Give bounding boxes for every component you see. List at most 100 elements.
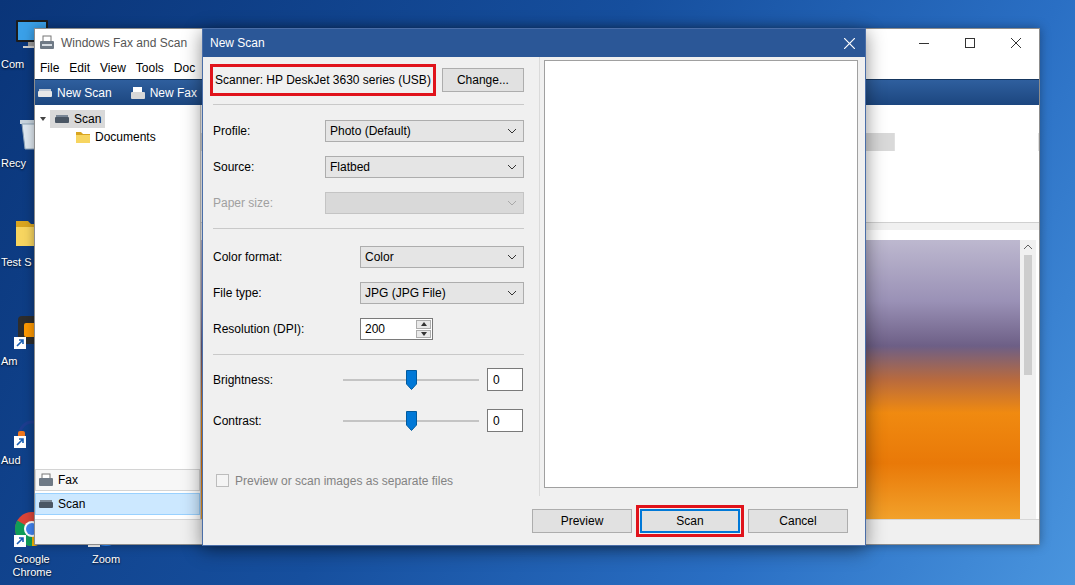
menu-item[interactable]: File bbox=[35, 58, 64, 78]
dropdown bbox=[325, 192, 524, 214]
dialog-button[interactable]: Cancel bbox=[748, 509, 848, 533]
slider-row: Contrast: 0 bbox=[213, 409, 524, 432]
scrollbar[interactable] bbox=[1020, 240, 1036, 519]
menu-item[interactable]: Tools bbox=[131, 58, 169, 78]
maximize-icon bbox=[965, 38, 975, 48]
adjustments: Brightness: 0 Contrast: 0 bbox=[213, 355, 524, 432]
chevron-down-icon bbox=[507, 290, 517, 296]
scanner-icon bbox=[37, 85, 53, 101]
close-button[interactable] bbox=[993, 29, 1039, 57]
slider-value[interactable]: 0 bbox=[487, 409, 523, 432]
slider-label: Contrast: bbox=[213, 414, 343, 428]
preview-box bbox=[544, 60, 858, 488]
chevron-down-icon bbox=[507, 164, 517, 170]
view-button[interactable]: Scan bbox=[35, 493, 200, 515]
dialog-button[interactable]: Preview bbox=[532, 509, 632, 533]
desktop-icon-label: Zoom bbox=[92, 553, 120, 566]
setting-label: Resolution (DPI): bbox=[213, 322, 360, 336]
settings-group: Color format:Color File type:JPG (JPG Fil… bbox=[213, 229, 524, 346]
dropdown[interactable]: Flatbed bbox=[325, 156, 524, 178]
setting-row: Source:Flatbed bbox=[213, 156, 524, 178]
slider[interactable] bbox=[343, 410, 479, 432]
menu-item[interactable]: View bbox=[95, 58, 131, 78]
dropdown[interactable]: Photo (Default) bbox=[325, 120, 524, 142]
view-switcher: FaxScan bbox=[35, 469, 200, 515]
arrow-down-icon bbox=[421, 332, 427, 336]
dialog-title: New Scan bbox=[210, 36, 265, 50]
menu-item[interactable]: Edit bbox=[64, 58, 95, 78]
button-highlight: Cancel bbox=[744, 505, 852, 537]
tree-item[interactable]: Documents bbox=[35, 128, 200, 146]
slider-thumb-icon[interactable] bbox=[406, 411, 417, 431]
slider-row: Brightness: 0 bbox=[213, 368, 524, 391]
desktop-icon-label: Google Chrome bbox=[0, 553, 64, 579]
arrow-up-icon bbox=[421, 322, 427, 326]
close-button[interactable] bbox=[833, 29, 865, 57]
spin-down-button[interactable] bbox=[416, 330, 431, 339]
setting-label: Source: bbox=[213, 160, 325, 174]
scroll-up-icon[interactable] bbox=[1024, 244, 1032, 250]
scan-settings: Scanner: HP DeskJet 3630 series (USB)Cha… bbox=[203, 57, 540, 496]
chevron-down-icon bbox=[507, 254, 517, 260]
folder-tree: ScanDocuments bbox=[35, 110, 200, 146]
minimize-button[interactable] bbox=[901, 29, 947, 57]
change-button[interactable]: Change... bbox=[442, 68, 524, 92]
chevron-down-icon bbox=[507, 128, 517, 134]
button-highlight: Preview bbox=[528, 505, 636, 537]
close-icon bbox=[844, 38, 855, 49]
slider-label: Brightness: bbox=[213, 373, 343, 387]
toolbar-button[interactable]: New Scan bbox=[35, 85, 114, 101]
toolbar-label: New Scan bbox=[57, 86, 112, 100]
tree-label: Scan bbox=[50, 110, 105, 128]
dialog-main: Scanner: HP DeskJet 3630 series (USB)Cha… bbox=[203, 57, 865, 496]
preview-area bbox=[540, 57, 865, 496]
scanner-icon bbox=[54, 111, 70, 127]
dialog-title-bar: New Scan bbox=[203, 29, 865, 57]
checkbox bbox=[216, 474, 229, 487]
settings-group: Profile:Photo (Default) Source:Flatbed Pap… bbox=[213, 105, 524, 220]
menu-item[interactable]: Doc bbox=[169, 58, 200, 78]
tree-label: Documents bbox=[71, 128, 160, 146]
window-title: Windows Fax and Scan bbox=[61, 36, 187, 50]
dialog-buttons: Preview Scan Cancel bbox=[203, 496, 865, 545]
fax-icon bbox=[130, 85, 146, 101]
setting-row: Color format:Color bbox=[213, 246, 524, 268]
checkbox-label: Preview or scan images as separate files bbox=[235, 474, 453, 488]
window-controls bbox=[901, 29, 1039, 57]
fax-icon bbox=[38, 472, 54, 488]
setting-row: Paper size: bbox=[213, 192, 524, 214]
slider-thumb-icon[interactable] bbox=[406, 370, 417, 390]
desktop: ComRecyTest SAmAudGoogle ChromeZoomWindo… bbox=[0, 0, 1075, 585]
setting-label: Paper size: bbox=[213, 196, 325, 210]
setting-row: File type:JPG (JPG File) bbox=[213, 282, 524, 304]
folder-icon bbox=[75, 129, 91, 145]
view-button[interactable]: Fax bbox=[35, 469, 200, 491]
fax-scan-icon bbox=[39, 35, 55, 51]
dropdown[interactable]: Color bbox=[360, 246, 524, 268]
expand-icon[interactable] bbox=[39, 115, 47, 123]
chevron-down-icon bbox=[507, 200, 517, 206]
desktop-icon-label: Test S bbox=[0, 256, 32, 269]
maximize-button[interactable] bbox=[947, 29, 993, 57]
toolbar-label: New Fax bbox=[150, 86, 197, 100]
slider-value[interactable]: 0 bbox=[487, 368, 523, 391]
minimize-icon bbox=[919, 38, 929, 48]
close-icon bbox=[1011, 38, 1021, 48]
scanner-icon bbox=[38, 496, 54, 512]
desktop-icon-label: Com bbox=[0, 58, 24, 71]
desktop-icon-label: Recy bbox=[0, 157, 26, 170]
setting-label: Profile: bbox=[213, 124, 325, 138]
dropdown[interactable]: JPG (JPG File) bbox=[360, 282, 524, 304]
setting-label: File type: bbox=[213, 286, 360, 300]
slider[interactable] bbox=[343, 369, 479, 391]
number-spinner[interactable]: 200 bbox=[360, 318, 433, 340]
setting-row: Profile:Photo (Default) bbox=[213, 120, 524, 142]
toolbar-button[interactable]: New Fax bbox=[128, 85, 199, 101]
tree-item[interactable]: Scan bbox=[35, 110, 200, 128]
navigation-pane: ScanDocumentsFaxScan bbox=[35, 105, 201, 519]
separate-files-option: Preview or scan images as separate files bbox=[216, 473, 524, 488]
scanner-label: Scanner: HP DeskJet 3630 series (USB) bbox=[210, 64, 436, 96]
spin-up-button[interactable] bbox=[416, 320, 431, 329]
dialog-button[interactable]: Scan bbox=[640, 509, 740, 533]
new-scan-dialog: New Scan Scanner: HP DeskJet 3630 series … bbox=[202, 28, 866, 546]
